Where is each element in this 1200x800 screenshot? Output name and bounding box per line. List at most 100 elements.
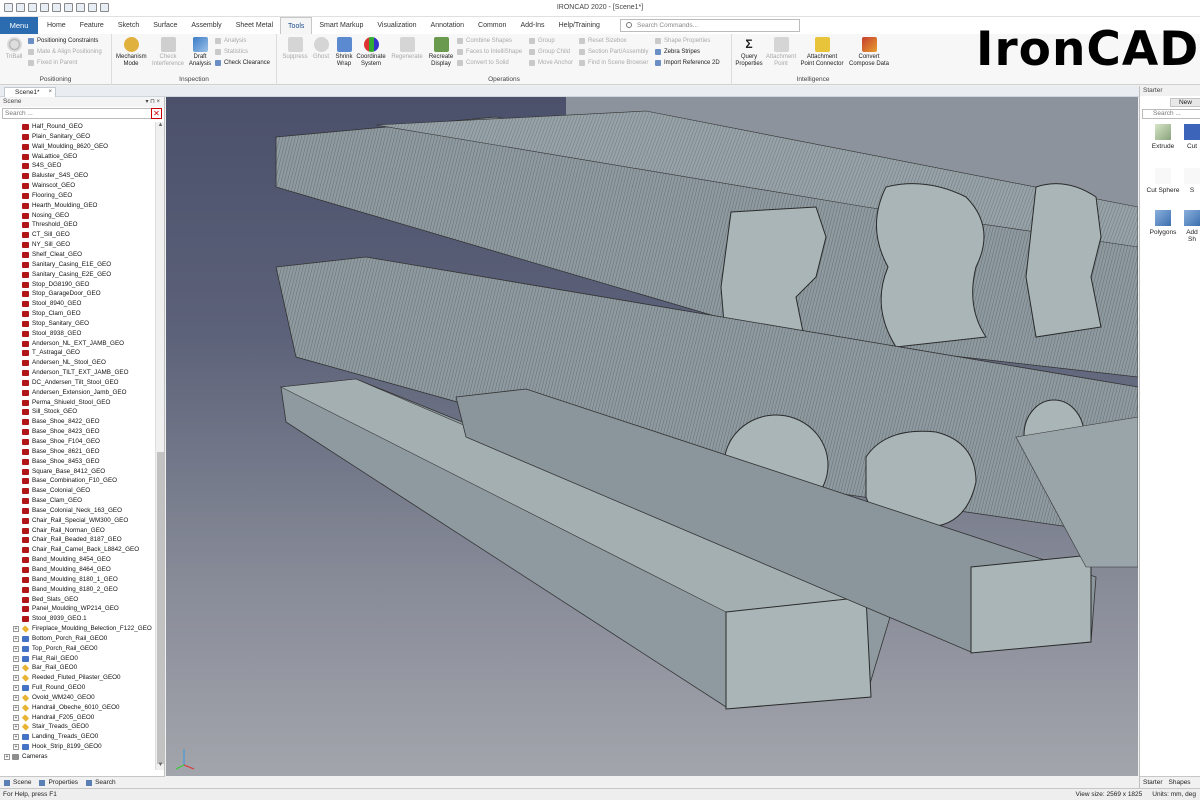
regenerate-button[interactable]: Regenerate [389,37,425,61]
tree-item[interactable]: NY_Sill_GEO [0,240,155,250]
tree-item[interactable]: + Reeded_Fluted_Pilaster_GEO0 [0,673,155,683]
scrollbar-thumb[interactable] [157,452,164,764]
expand-icon[interactable]: + [13,724,19,731]
attachment-point-connector-button[interactable]: Attachment Point Connector [798,37,846,67]
expand-icon[interactable]: + [13,685,19,692]
check-clearance-button[interactable]: Check Clearance [215,59,270,67]
convert-to-solid-button[interactable]: Convert to Solid [457,59,509,67]
cut-shape[interactable]: Cut [1182,124,1200,150]
tree-item[interactable]: + Landing_Treads_GEO0 [0,732,155,742]
search-commands-input[interactable]: Search Commands... [620,19,800,32]
tree-item[interactable]: Base_Shoe_8453_GEO [0,457,155,467]
tree-item[interactable]: Panel_Moulding_WP214_GEO [0,604,155,614]
3d-viewport[interactable] [166,97,1138,776]
document-tab-scene1[interactable]: Scene1* × [4,87,56,97]
tree-item[interactable]: Stop_Sanitary_GEO [0,319,155,329]
expand-icon[interactable]: + [13,675,19,682]
tree-item[interactable]: Nosing_GEO [0,211,155,221]
tree-item[interactable]: + Ovold_WM240_GEO0 [0,693,155,703]
tree-item[interactable]: Bed_Slats_GEO [0,595,155,605]
reset-sizebox-button[interactable]: Reset Sizebox [579,37,627,45]
tree-item[interactable]: + Handrail_Obeche_6010_GEO0 [0,703,155,713]
coordinate-system-button[interactable]: Coordinate System [355,37,387,67]
scene-tab-properties[interactable]: Properties [39,777,78,788]
tree-item[interactable]: CT_Sill_GEO [0,230,155,240]
expand-icon[interactable]: + [13,645,19,652]
tab-feature[interactable]: Feature [73,17,111,34]
shrink-wrap-button[interactable]: Shrink Wrap [333,37,355,67]
tab-annotation[interactable]: Annotation [424,17,471,34]
tree-item[interactable]: Band_Moulding_8454_GEO [0,555,155,565]
tree-item[interactable]: + Fireplace_Moulding_Belection_F122_GEO [0,624,155,634]
scene-tab-search[interactable]: Search [86,777,116,788]
tree-item[interactable]: Anderson_TILT_EXT_JAMB_GEO [0,368,155,378]
mechanism-mode-button[interactable]: Mechanism Mode [116,37,147,67]
shape-item-s[interactable]: S [1182,168,1200,194]
fixed-in-parent-button[interactable]: Fixed in Parent [28,59,77,67]
tab-visualization[interactable]: Visualization [370,17,423,34]
scene-scrollbar[interactable]: ▲ ▼ [155,122,164,770]
expand-icon[interactable]: + [13,655,19,662]
expand-icon[interactable]: + [4,754,10,760]
scene-tab-scene[interactable]: Scene [4,777,31,788]
mate-align-button[interactable]: Mate & Align Positioning [28,48,102,56]
tab-home[interactable]: Home [40,17,73,34]
expand-icon[interactable]: + [13,734,19,741]
catalog-tab-starter[interactable]: Starter [1143,777,1163,788]
cut-sphere-shape[interactable]: Cut Sphere [1142,168,1184,194]
tree-item[interactable]: Shelf_Cleat_GEO [0,250,155,260]
tree-item[interactable]: + Flat_Rail_GEO0 [0,654,155,664]
polygons-shape[interactable]: Polygons [1142,210,1184,236]
add-shape[interactable]: Add Sh [1182,210,1200,243]
clear-search-icon[interactable]: ✕ [151,108,162,119]
scroll-up-icon[interactable]: ▲ [156,122,165,130]
check-interference-button[interactable]: Check Interference [150,37,186,67]
tree-item[interactable]: Chair_Rail_Camel_Back_L8842_GEO [0,545,155,555]
tree-item[interactable]: Base_Colonial_GEO [0,486,155,496]
tree-item[interactable]: Band_Moulding_8180_1_GEO [0,575,155,585]
tree-item[interactable]: + Handrail_F205_GEO0 [0,713,155,723]
tree-item[interactable]: Anderson_NL_EXT_JAMB_GEO [0,339,155,349]
tree-item[interactable]: Base_Clam_GEO [0,496,155,506]
tree-item[interactable]: DC_Andersen_Tilt_Stool_GEO [0,378,155,388]
suppress-button[interactable]: Suppress [281,37,309,61]
statistics-button[interactable]: Statistics [215,48,248,56]
tree-item[interactable]: Stool_8940_GEO [0,299,155,309]
tree-item[interactable]: Wall_Moulding_8620_GEO [0,142,155,152]
move-anchor-button[interactable]: Move Anchor [529,59,573,67]
tree-item[interactable]: Flooring_GEO [0,191,155,201]
tree-item[interactable]: + Hook_Strip_8199_GEO0 [0,742,155,752]
tab-sketch[interactable]: Sketch [111,17,146,34]
tree-item[interactable]: Stool_8939_GEO.1 [0,614,155,624]
tree-item[interactable]: Base_Shoe_8423_GEO [0,427,155,437]
tab-tools[interactable]: Tools [280,17,313,34]
tree-item[interactable]: Andersen_Extension_Jamb_GEO [0,388,155,398]
expand-icon[interactable]: + [13,626,19,633]
tree-item[interactable]: Stop_Clam_GEO [0,309,155,319]
tree-item[interactable]: Half_Round_GEO [0,122,155,132]
tree-item[interactable]: Base_Colonial_Neck_163_GEO [0,506,155,516]
attachment-point-button[interactable]: Attachment Point [765,37,797,67]
tree-item[interactable]: T_Astragal_GEO [0,348,155,358]
extrude-shape[interactable]: Extrude [1142,124,1184,150]
tree-item[interactable]: Plain_Sanitary_GEO [0,132,155,142]
catalog-search-input[interactable]: Search ... [1142,109,1200,119]
tree-item[interactable]: Hearth_Moulding_GEO [0,201,155,211]
tab-help-training[interactable]: Help/Training [552,17,607,34]
scene-search-input[interactable]: Search ... ✕ [2,108,162,119]
positioning-constraints-button[interactable]: Positioning Constraints [28,37,98,45]
tree-item[interactable]: Sill_Stock_GEO [0,407,155,417]
tree-item[interactable]: S4S_GEO [0,161,155,171]
import-reference-2d-button[interactable]: Import Reference 2D [655,59,720,67]
expand-icon[interactable]: + [13,744,19,751]
tab-add-ins[interactable]: Add-Ins [513,17,551,34]
tree-item[interactable]: Chair_Rail_Special_WM300_GEO [0,516,155,526]
tree-item[interactable]: Perma_Shiueld_Stool_GEO [0,398,155,408]
expand-icon[interactable]: + [13,704,19,711]
tree-item[interactable]: Square_Base_8412_GEO [0,467,155,477]
tab-surface[interactable]: Surface [146,17,184,34]
tree-item[interactable]: + Cameras [0,752,155,762]
group-button[interactable]: Group [529,37,555,45]
faces-to-intellishape-button[interactable]: Faces to IntelliShape [457,48,522,56]
tree-item[interactable]: Band_Moulding_8464_GEO [0,565,155,575]
